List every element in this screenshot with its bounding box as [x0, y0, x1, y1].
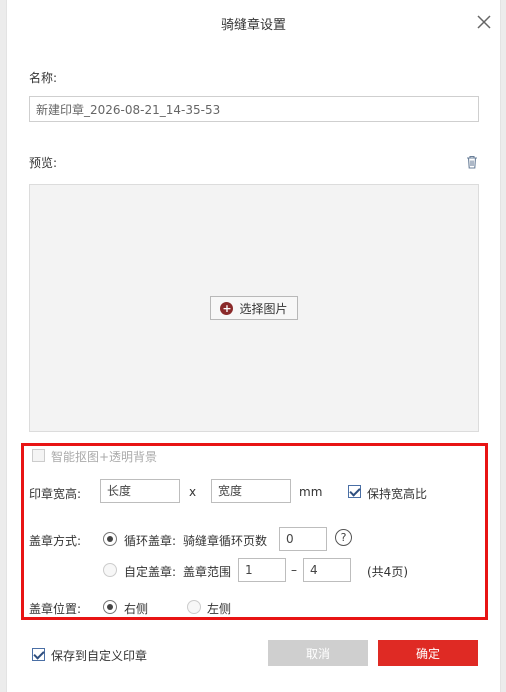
cycle-pages-input[interactable]	[279, 527, 327, 551]
close-icon[interactable]	[475, 13, 493, 31]
name-input[interactable]	[29, 96, 479, 122]
size-label: 印章宽高:	[29, 487, 82, 501]
stamp-method-label: 盖章方式:	[29, 534, 82, 548]
ok-button[interactable]: 确定	[378, 640, 478, 666]
cancel-button[interactable]: 取消	[268, 640, 368, 666]
cycle-stamp-radio[interactable]	[103, 532, 117, 546]
position-label: 盖章位置:	[29, 602, 82, 616]
position-left-radio[interactable]	[187, 600, 201, 614]
total-pages-label: (共4页)	[367, 565, 408, 579]
dialog-title-bar: 骑缝章设置	[7, 0, 500, 44]
trash-icon[interactable]	[465, 155, 479, 169]
smart-cutout-checkbox[interactable]	[32, 449, 45, 462]
choose-image-button[interactable]: + 选择图片	[210, 296, 298, 320]
width-input[interactable]	[211, 479, 291, 503]
custom-stamp-label: 自定盖章:	[124, 565, 177, 579]
times-sign: x	[189, 485, 197, 499]
position-right-label: 右侧	[124, 602, 149, 616]
range-dash: –	[291, 563, 297, 577]
range-to-input[interactable]	[303, 558, 351, 582]
keep-ratio-label: 保持宽高比	[367, 487, 428, 501]
save-custom-checkbox[interactable]	[32, 648, 45, 661]
help-icon[interactable]: ?	[335, 529, 352, 546]
custom-stamp-radio[interactable]	[103, 563, 117, 577]
dialog-title: 骑缝章设置	[220, 18, 286, 33]
background-app-right-edge	[501, 0, 506, 692]
choose-image-label: 选择图片	[239, 301, 288, 316]
cycle-pages-label: 骑缝章循环页数	[183, 534, 268, 548]
position-left-label: 左侧	[207, 602, 232, 616]
cycle-stamp-label: 循环盖章:	[124, 534, 177, 548]
preview-label: 预览:	[29, 156, 58, 170]
smart-cutout-label: 智能抠图+透明背景	[51, 450, 158, 464]
position-right-radio[interactable]	[103, 600, 117, 614]
range-from-input[interactable]	[238, 558, 286, 582]
keep-ratio-checkbox[interactable]	[348, 485, 361, 498]
name-label: 名称:	[29, 71, 58, 85]
plus-circle-icon: +	[220, 301, 234, 315]
stamp-range-label: 盖章范围	[183, 565, 232, 579]
save-custom-label: 保存到自定义印章	[51, 649, 148, 663]
length-input[interactable]	[100, 479, 180, 503]
preview-area: + 选择图片	[29, 184, 479, 432]
stamp-settings-dialog: 骑缝章设置 名称: 预览: + 选择图片 智能抠图+透明背景 印章宽高: x m…	[6, 0, 501, 692]
unit-label: mm	[299, 485, 323, 499]
